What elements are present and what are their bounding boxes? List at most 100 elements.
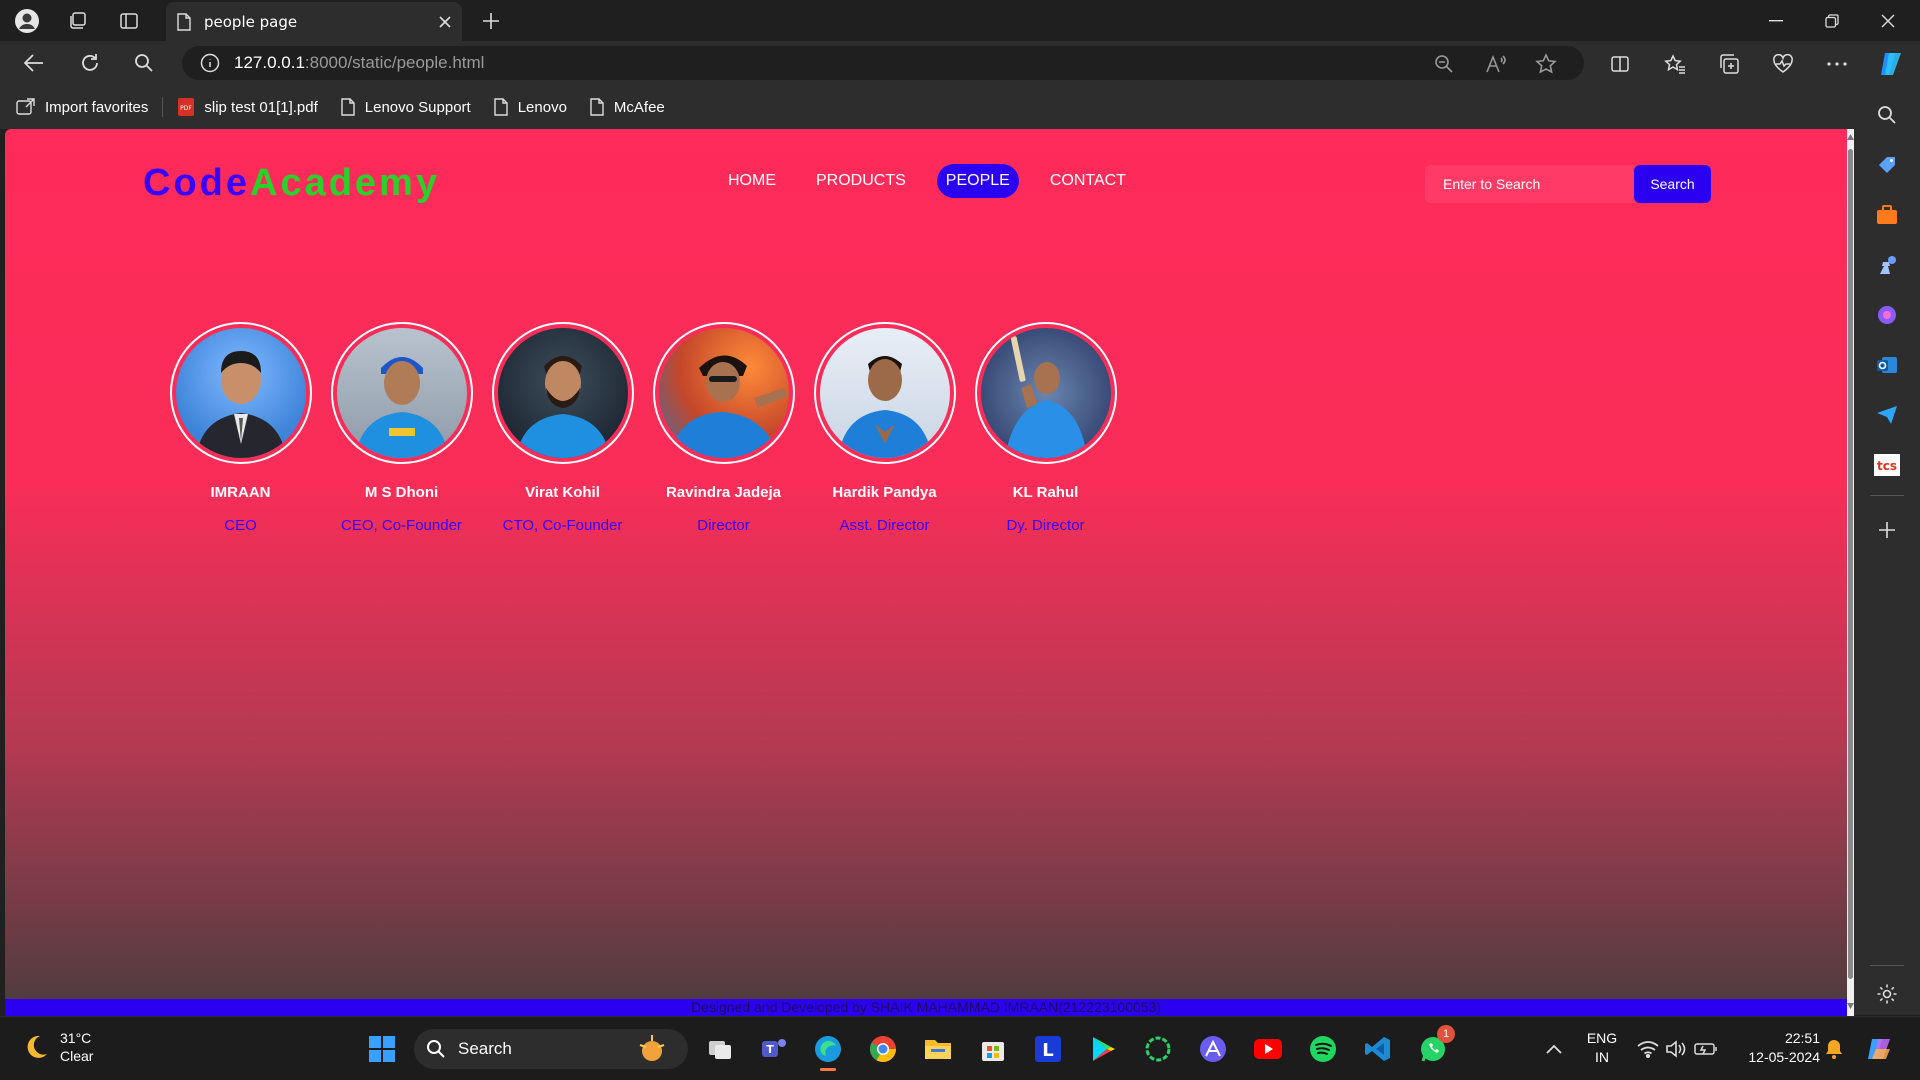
back-icon[interactable] <box>18 47 50 79</box>
split-screen-icon[interactable] <box>1605 49 1635 79</box>
nav-contact[interactable]: CONTACT <box>1041 164 1135 198</box>
settings-gear-icon[interactable] <box>1872 979 1902 1009</box>
file-explorer-icon[interactable] <box>920 1031 956 1067</box>
person-photo <box>668 355 788 458</box>
search-input[interactable] <box>1425 165 1635 203</box>
site-search: Search <box>1425 165 1717 203</box>
person-name: Hardik Pandya <box>832 484 937 501</box>
lenovo-vantage-icon[interactable]: L <box>1030 1031 1066 1067</box>
close-tab-icon[interactable] <box>438 15 452 29</box>
spotify-icon[interactable] <box>1305 1031 1341 1067</box>
tab-title: people page <box>204 12 298 31</box>
scroll-down-icon[interactable] <box>1847 1001 1854 1011</box>
browser-toolbar: 127.0.0.1:8000/static/people.html <box>0 41 1920 85</box>
vscode-icon[interactable] <box>1360 1031 1396 1067</box>
scroll-thumb[interactable] <box>1848 149 1853 979</box>
copilot-taskbar-icon[interactable] <box>1862 1031 1898 1067</box>
teams-icon[interactable]: T <box>756 1031 792 1067</box>
person-role: CEO <box>224 517 257 534</box>
person-name: Ravindra Jadeja <box>665 484 782 501</box>
address-bar[interactable]: 127.0.0.1:8000/static/people.html <box>182 46 1584 80</box>
notification-badge: 1 <box>1437 1025 1455 1043</box>
copilot-icon[interactable] <box>1876 49 1906 79</box>
nav-products[interactable]: PRODUCTS <box>807 164 915 198</box>
refresh-icon[interactable] <box>74 47 106 79</box>
people-list: IMRAAN CEO M S Dhoni CEO, Co-Founder Vir… <box>160 322 1126 534</box>
main-nav: HOME PRODUCTS PEOPLE CONTACT <box>719 164 1157 198</box>
add-sidebar-app-icon[interactable] <box>1872 515 1902 545</box>
svg-text:tcs: tcs <box>1877 459 1897 473</box>
tcs-icon[interactable]: tcs <box>1872 450 1902 480</box>
person-photo <box>195 351 286 458</box>
games-icon[interactable] <box>1872 250 1902 280</box>
shopping-tag-icon[interactable] <box>1872 150 1902 180</box>
tab-actions-icon[interactable] <box>114 6 144 36</box>
url-text: 127.0.0.1:8000/static/people.html <box>234 53 485 72</box>
profile-icon[interactable] <box>12 6 42 36</box>
favorite-star-icon[interactable] <box>1534 52 1558 76</box>
refresh-app-icon[interactable] <box>1140 1031 1176 1067</box>
svg-text:L: L <box>1042 1040 1053 1061</box>
battery-icon[interactable] <box>1688 1031 1724 1067</box>
favorites-icon[interactable] <box>1660 49 1690 79</box>
person-role: CEO, Co-Founder <box>341 517 462 534</box>
whatsapp-icon[interactable]: 1 <box>1415 1025 1455 1067</box>
nav-home[interactable]: HOME <box>719 164 785 198</box>
weather-widget[interactable]: 31°C Clear <box>22 1029 93 1065</box>
browser-titlebar: people page <box>0 0 1920 41</box>
bookmark-pdf[interactable]: PDF slip test 01[1].pdf <box>177 97 318 117</box>
more-options-icon[interactable] <box>1822 49 1852 79</box>
sidebar-separator <box>1870 965 1904 966</box>
workspaces-icon[interactable] <box>62 6 92 36</box>
site-logo[interactable]: CodeAcademy <box>143 162 440 205</box>
site-info-icon[interactable] <box>200 53 220 73</box>
edge-icon[interactable] <box>810 1031 846 1071</box>
search-highlight-icon <box>639 1035 665 1061</box>
taskbar-search-label: Search <box>458 1039 512 1058</box>
avatar <box>330 322 473 464</box>
sidebar-search-icon[interactable] <box>1872 100 1902 130</box>
chevron-up-icon[interactable] <box>1536 1031 1572 1067</box>
bookmark-mcafee[interactable]: McAfee <box>589 98 665 116</box>
close-window-icon[interactable] <box>1860 0 1916 41</box>
collections-icon[interactable] <box>1714 49 1744 79</box>
play-store-icon[interactable] <box>1085 1031 1121 1067</box>
start-windows-icon[interactable] <box>364 1031 400 1067</box>
send-icon[interactable] <box>1872 400 1902 430</box>
clock[interactable]: 22:51 12-05-2024 <box>1730 1029 1820 1067</box>
microsoft-store-icon[interactable] <box>975 1031 1011 1067</box>
temperature: 31°C <box>60 1030 92 1046</box>
pdf-icon: PDF <box>178 98 195 116</box>
avatar <box>169 322 312 464</box>
youtube-icon[interactable] <box>1250 1031 1286 1067</box>
person-photo <box>1004 336 1087 458</box>
new-tab-icon[interactable] <box>476 6 506 36</box>
read-aloud-icon[interactable] <box>1484 52 1508 76</box>
zoom-out-icon[interactable] <box>1432 52 1456 76</box>
browser-essentials-icon[interactable] <box>1768 49 1798 79</box>
person-card: M S Dhoni CEO, Co-Founder <box>321 322 482 534</box>
language-indicator[interactable]: ENG IN <box>1580 1029 1624 1067</box>
search-button[interactable]: Search <box>1634 165 1711 203</box>
restore-icon[interactable] <box>1804 0 1860 41</box>
person-name: M S Dhoni <box>364 484 439 501</box>
bookmark-import-favorites[interactable]: Import favorites <box>16 98 148 116</box>
search-icon[interactable] <box>128 47 160 79</box>
bookmark-lenovo-support[interactable]: Lenovo Support <box>340 98 471 116</box>
minimize-icon[interactable] <box>1748 0 1804 41</box>
scroll-up-icon[interactable] <box>1847 132 1854 142</box>
import-icon <box>16 98 35 115</box>
outlook-icon[interactable] <box>1872 350 1902 380</box>
tools-briefcase-icon[interactable] <box>1872 200 1902 230</box>
taskbar-search[interactable]: Search <box>414 1029 688 1069</box>
nav-people[interactable]: PEOPLE <box>936 164 1019 198</box>
notification-bell-icon[interactable] <box>1816 1031 1852 1067</box>
page-icon <box>590 98 604 116</box>
arc-triangle-icon[interactable] <box>1195 1031 1231 1067</box>
browser-tab[interactable]: people page <box>166 2 462 41</box>
chrome-icon[interactable] <box>865 1031 901 1067</box>
task-view-icon[interactable] <box>702 1031 738 1067</box>
bookmark-lenovo[interactable]: Lenovo <box>493 98 567 116</box>
copilot-sidebar-icon[interactable] <box>1872 300 1902 330</box>
page-scrollbar[interactable] <box>1847 129 1854 1016</box>
